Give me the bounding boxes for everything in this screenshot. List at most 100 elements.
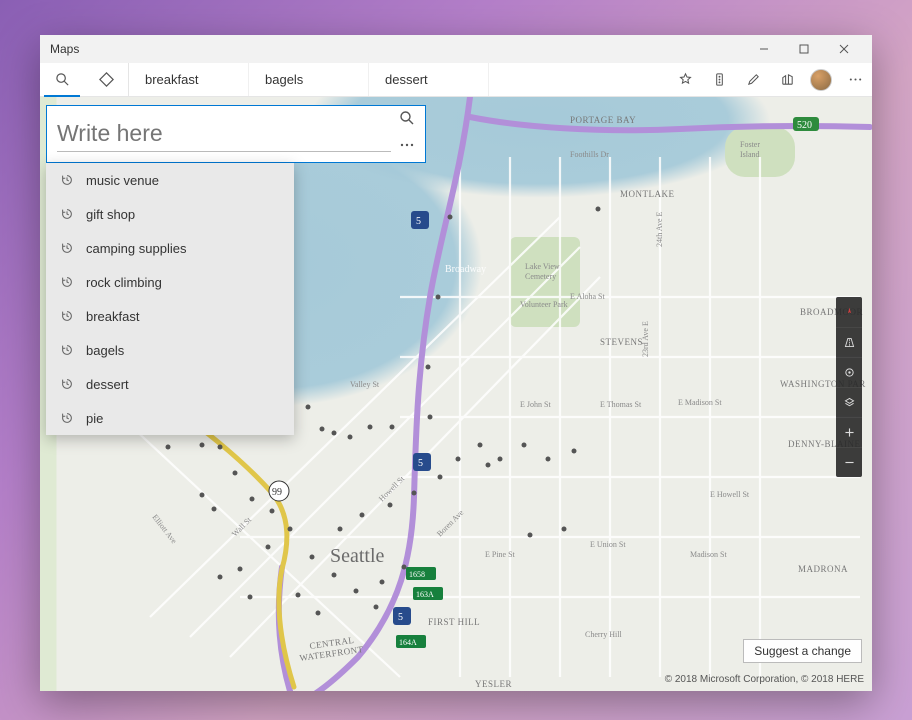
svg-text:99: 99 — [272, 487, 282, 498]
suggestion-item[interactable]: rock climbing — [46, 265, 294, 299]
svg-text:FIRST HILL: FIRST HILL — [428, 617, 480, 627]
tab-bagels[interactable]: bagels — [249, 63, 369, 96]
ink-button[interactable] — [736, 63, 770, 97]
traffic-button[interactable] — [702, 63, 736, 97]
svg-text:5: 5 — [418, 458, 423, 469]
favorites-button[interactable] — [668, 63, 702, 97]
compass-icon — [843, 306, 856, 319]
buildings-icon — [780, 72, 795, 87]
history-icon — [60, 241, 74, 255]
layers-icon — [843, 396, 856, 409]
search-more-button[interactable] — [399, 137, 415, 158]
svg-text:E Aloha St: E Aloha St — [570, 292, 605, 301]
account-button[interactable] — [804, 63, 838, 97]
svg-text:E Pine St: E Pine St — [485, 550, 516, 559]
svg-text:STEVENS: STEVENS — [600, 337, 643, 347]
svg-text:Elliott Ave: Elliott Ave — [150, 513, 178, 546]
compass-button[interactable] — [836, 297, 862, 327]
svg-text:E Howell St: E Howell St — [710, 490, 750, 499]
svg-text:Lake View: Lake View — [525, 262, 560, 271]
svg-text:MADRONA: MADRONA — [798, 564, 848, 574]
svg-text:E Madison St: E Madison St — [678, 398, 722, 407]
suggestion-label: rock climbing — [86, 275, 162, 290]
more-button[interactable] — [838, 63, 872, 97]
suggestion-item[interactable]: gift shop — [46, 197, 294, 231]
road-icon — [843, 336, 856, 349]
search-submit-button[interactable] — [399, 110, 415, 131]
road-view-button[interactable] — [836, 327, 862, 357]
toolbar-right — [668, 63, 872, 96]
suggestion-label: gift shop — [86, 207, 135, 222]
search-icon — [399, 110, 415, 126]
titlebar: Maps — [40, 35, 872, 63]
window-title: Maps — [48, 42, 744, 56]
suggestion-label: dessert — [86, 377, 129, 392]
svg-text:520: 520 — [797, 120, 812, 131]
history-icon — [60, 309, 74, 323]
tab-label: bagels — [265, 72, 303, 87]
layers-button[interactable] — [836, 387, 862, 417]
svg-text:YESLER: YESLER — [475, 679, 512, 689]
directions-tool[interactable] — [84, 63, 128, 96]
svg-text:Foothills Dr: Foothills Dr — [570, 150, 609, 159]
svg-text:Cherry Hill: Cherry Hill — [585, 630, 622, 639]
pen-icon — [746, 72, 761, 87]
suggestion-item[interactable]: music venue — [46, 163, 294, 197]
suggestion-label: music venue — [86, 173, 159, 188]
history-icon — [60, 207, 74, 221]
map-canvas[interactable]: 520 5 5 5 99 1658 163A 164A Seattle PORT… — [40, 97, 872, 691]
svg-text:Volunteer Park: Volunteer Park — [520, 300, 568, 309]
zoom-in-button[interactable] — [836, 417, 862, 447]
svg-text:E John St: E John St — [520, 400, 551, 409]
svg-text:PORTAGE BAY: PORTAGE BAY — [570, 115, 636, 125]
svg-text:24th Ave E: 24th Ave E — [655, 211, 664, 247]
svg-text:Howell St: Howell St — [377, 474, 407, 504]
svg-text:1658: 1658 — [409, 570, 425, 579]
suggestion-label: breakfast — [86, 309, 139, 324]
history-icon — [60, 173, 74, 187]
suggestion-item[interactable]: bagels — [46, 333, 294, 367]
svg-text:E Thomas St: E Thomas St — [600, 400, 642, 409]
minimize-button[interactable] — [744, 35, 784, 63]
avatar-icon — [810, 69, 832, 91]
ellipsis-icon — [399, 137, 415, 153]
history-icon — [60, 275, 74, 289]
svg-text:163A: 163A — [416, 590, 434, 599]
suggestion-label: camping supplies — [86, 241, 186, 256]
svg-text:Foster: Foster — [740, 140, 760, 149]
traffic-icon — [712, 72, 727, 87]
minus-icon — [843, 456, 856, 469]
suggestion-item[interactable]: camping supplies — [46, 231, 294, 265]
search-icon — [55, 72, 70, 87]
suggestion-item[interactable]: dessert — [46, 367, 294, 401]
search-input[interactable] — [57, 116, 391, 152]
star-add-icon — [678, 72, 693, 87]
map-controls — [836, 297, 862, 477]
3d-cities-button[interactable] — [770, 63, 804, 97]
tab-breakfast[interactable]: breakfast — [129, 63, 249, 96]
tab-label: dessert — [385, 72, 428, 87]
svg-text:Valley St: Valley St — [350, 380, 380, 389]
locate-icon — [843, 366, 856, 379]
history-icon — [60, 377, 74, 391]
svg-text:Island: Island — [740, 150, 760, 159]
suggestion-item[interactable]: pie — [46, 401, 294, 435]
attribution-text: © 2018 Microsoft Corporation, © 2018 HER… — [665, 674, 864, 685]
tab-dessert[interactable]: dessert — [369, 63, 489, 96]
maximize-button[interactable] — [784, 35, 824, 63]
svg-text:5: 5 — [398, 612, 403, 623]
maps-window: Maps breakfast bagels dessert — [40, 35, 872, 691]
locate-button[interactable] — [836, 357, 862, 387]
close-button[interactable] — [824, 35, 864, 63]
suggestion-label: bagels — [86, 343, 124, 358]
svg-text:Madison St: Madison St — [690, 550, 727, 559]
search-tool[interactable] — [40, 63, 84, 96]
zoom-out-button[interactable] — [836, 447, 862, 477]
tab-label: breakfast — [145, 72, 198, 87]
suggestion-label: pie — [86, 411, 103, 426]
suggestion-item[interactable]: breakfast — [46, 299, 294, 333]
svg-text:Cemetery: Cemetery — [525, 272, 556, 281]
city-label: Seattle — [330, 545, 385, 567]
suggest-change-button[interactable]: Suggest a change — [743, 639, 862, 663]
directions-icon — [99, 72, 114, 87]
